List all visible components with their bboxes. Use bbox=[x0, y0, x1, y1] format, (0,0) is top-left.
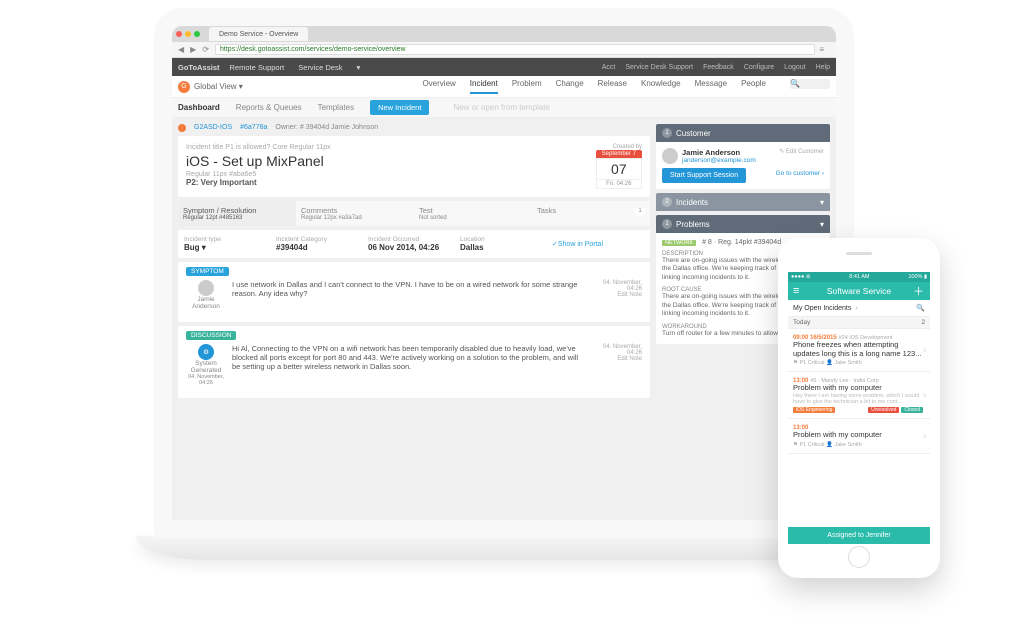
crumb-owner: Owner: # 39404d Jamie Johnson bbox=[275, 124, 378, 132]
window-controls[interactable] bbox=[176, 30, 203, 39]
phone-appbar: ≡ Software Service ＋ bbox=[788, 282, 930, 300]
new-incident-button[interactable]: New Incident bbox=[370, 100, 429, 115]
subheader: G Global View ▾ Overview Incident Proble… bbox=[172, 76, 836, 98]
assign-bar[interactable]: Assigned to Jennifer bbox=[788, 527, 930, 544]
laptop-frame: Demo Service - Overview ◀ ▶ ⟳ https://de… bbox=[136, 8, 872, 588]
chevron-right-icon: › bbox=[855, 305, 857, 312]
menu-remote-support[interactable]: Remote Support bbox=[230, 63, 285, 72]
incident-priority: P2: Very Important bbox=[186, 178, 642, 187]
tab-knowledge[interactable]: Knowledge bbox=[641, 79, 681, 94]
org-picker[interactable]: Global View ▾ bbox=[194, 82, 243, 91]
browser-urlbar: ◀ ▶ ⟳ https://desk.gotoassist.com/servic… bbox=[172, 42, 836, 58]
tab-message[interactable]: Message bbox=[695, 79, 727, 94]
chevron-right-icon: › bbox=[923, 391, 926, 400]
support-link[interactable]: Service Desk Support bbox=[625, 64, 693, 71]
tab-incident[interactable]: Incident bbox=[470, 79, 498, 94]
customer-avatar bbox=[662, 148, 678, 164]
brand-logo: GoToAssist bbox=[178, 63, 220, 72]
discussion-text: Hi Al, Connecting to the VPN on a wifi n… bbox=[232, 344, 586, 386]
menu-service-desk[interactable]: Service Desk ▾ bbox=[298, 63, 360, 72]
tab-symptom[interactable]: Symptom / Resolution Regular 12pt #48516… bbox=[178, 201, 296, 226]
discussion-badge: DISCUSSION bbox=[186, 331, 236, 340]
tab-people[interactable]: People bbox=[741, 79, 766, 94]
feedback-link[interactable]: Feedback bbox=[703, 64, 734, 71]
app-topbar: GoToAssist Remote Support Service Desk ▾… bbox=[172, 58, 836, 76]
tab-comments[interactable]: Comments Regular 12px #a3a7ad bbox=[296, 201, 414, 226]
edit-note-link[interactable]: Edit Note bbox=[592, 356, 642, 362]
toolbar-reports[interactable]: Reports & Queues bbox=[236, 103, 302, 112]
show-in-portal[interactable]: ✓ Show in Portal bbox=[552, 236, 644, 252]
tab-tasks[interactable]: Tasks 1 bbox=[532, 201, 650, 226]
incidents-panel[interactable]: 2Incidents▾ bbox=[656, 193, 830, 211]
chevron-right-icon: › bbox=[923, 431, 926, 440]
nav-tabs: Overview Incident Problem Change Release… bbox=[422, 79, 830, 94]
incident-meta: Incident typeBug ▾ Incident Category#394… bbox=[178, 230, 650, 258]
incident-title: iOS - Set up MixPanel bbox=[186, 153, 642, 169]
tab-release[interactable]: Release bbox=[598, 79, 627, 94]
edit-note-link[interactable]: Edit Note bbox=[592, 292, 642, 298]
toolbar: Dashboard Reports & Queues Templates New… bbox=[172, 98, 836, 118]
chevron-down-icon[interactable]: ▾ bbox=[820, 220, 824, 229]
tab-overview[interactable]: Overview bbox=[422, 79, 455, 94]
phone-statusbar: ●●●● ⊚8:41 AM100% ▮ bbox=[788, 272, 930, 282]
list-item[interactable]: 13:00 Problem with my computer ⚑ P1 Crit… bbox=[788, 419, 930, 454]
today-header: Today2 bbox=[788, 317, 930, 329]
acct-link[interactable]: Acct bbox=[602, 64, 616, 71]
org-avatar: G bbox=[178, 81, 190, 93]
incident-type[interactable]: Bug ▾ bbox=[184, 243, 276, 252]
toolbar-templates[interactable]: Templates bbox=[318, 103, 354, 112]
problem-tag: NETWORK bbox=[662, 240, 696, 246]
discussion-section: DISCUSSION ⚙ System Generated 04. Novemb… bbox=[178, 326, 650, 398]
customer-panel: 1Customer ✎ Edit Customer Jamie Anderson… bbox=[656, 124, 830, 189]
incident-subtitle: Regular 11px #aba6e5 bbox=[186, 171, 642, 178]
browser-menu-icon[interactable]: ≡ bbox=[819, 45, 824, 54]
add-icon[interactable]: ＋ bbox=[913, 283, 925, 299]
nav-fwd-icon[interactable]: ▶ bbox=[190, 45, 196, 54]
nav-reload-icon[interactable]: ⟳ bbox=[202, 45, 209, 54]
crumb-project[interactable]: G2ASD-IOS bbox=[194, 124, 232, 132]
nav-back-icon[interactable]: ◀ bbox=[178, 45, 184, 54]
customer-name: Jamie Anderson bbox=[682, 148, 756, 157]
browser-tabbar: Demo Service - Overview bbox=[172, 26, 836, 42]
toolbar-dashboard[interactable]: Dashboard bbox=[178, 103, 220, 112]
incident-header-card: Created by September 7 07 Fri. 04:26 Inc… bbox=[178, 136, 650, 197]
breadcrumbs: G2ASD-IOS #6a778a Owner: # 39404d Jamie … bbox=[178, 124, 650, 132]
phone-title: Software Service bbox=[805, 286, 913, 296]
date-badge: Created by September 7 07 Fri. 04:26 bbox=[596, 144, 642, 189]
configure-link[interactable]: Configure bbox=[744, 64, 774, 71]
tab-change[interactable]: Change bbox=[556, 79, 584, 94]
goto-customer-link[interactable]: Go to customer › bbox=[776, 170, 824, 177]
url-field[interactable]: https://desk.gotoassist.com/services/dem… bbox=[215, 44, 815, 55]
gear-icon: ⚙ bbox=[198, 344, 214, 360]
toolbar-hint: New or open from template bbox=[453, 103, 550, 112]
chevron-right-icon: › bbox=[923, 346, 926, 355]
start-session-button[interactable]: Start Support Session bbox=[662, 168, 746, 183]
symptom-section: SYMPTOM Jamie Anderson I use network in … bbox=[178, 262, 650, 322]
search-icon[interactable]: 🔍 bbox=[916, 304, 925, 312]
help-link[interactable]: Help bbox=[816, 64, 830, 71]
detail-tabs: Symptom / Resolution Regular 12pt #48516… bbox=[178, 201, 650, 226]
logout-link[interactable]: Logout bbox=[784, 64, 805, 71]
tab-test[interactable]: Test Not sorted bbox=[414, 201, 532, 226]
symptom-text: I use network in Dallas and I can't conn… bbox=[232, 280, 586, 310]
phone-frame: ●●●● ⊚8:41 AM100% ▮ ≡ Software Service ＋… bbox=[778, 238, 940, 578]
list-item[interactable]: 13:00 #5 · Mandy Lee · India Corp Proble… bbox=[788, 372, 930, 419]
symptom-badge: SYMPTOM bbox=[186, 267, 229, 276]
avatar bbox=[198, 280, 214, 296]
crumb-id[interactable]: #6a778a bbox=[240, 124, 267, 132]
browser-window: Demo Service - Overview ◀ ▶ ⟳ https://de… bbox=[172, 26, 836, 520]
tab-problem[interactable]: Problem bbox=[512, 79, 542, 94]
hamburger-icon[interactable]: ≡ bbox=[793, 285, 805, 297]
browser-tab[interactable]: Demo Service - Overview bbox=[209, 27, 308, 41]
list-item[interactable]: 09:00 16/5/2015 #24 iOS Development Phon… bbox=[788, 329, 930, 372]
incident-breadcrumb: Incident title P1 is allowed? Core Regul… bbox=[186, 144, 642, 151]
chevron-down-icon: ▾ bbox=[820, 198, 824, 207]
search-input[interactable]: 🔍 bbox=[790, 79, 830, 89]
phone-filter[interactable]: My Open Incidents› 🔍 bbox=[788, 300, 930, 317]
edit-customer-link[interactable]: ✎ Edit Customer bbox=[779, 148, 824, 155]
customer-email[interactable]: janderson@example.com bbox=[682, 157, 756, 164]
